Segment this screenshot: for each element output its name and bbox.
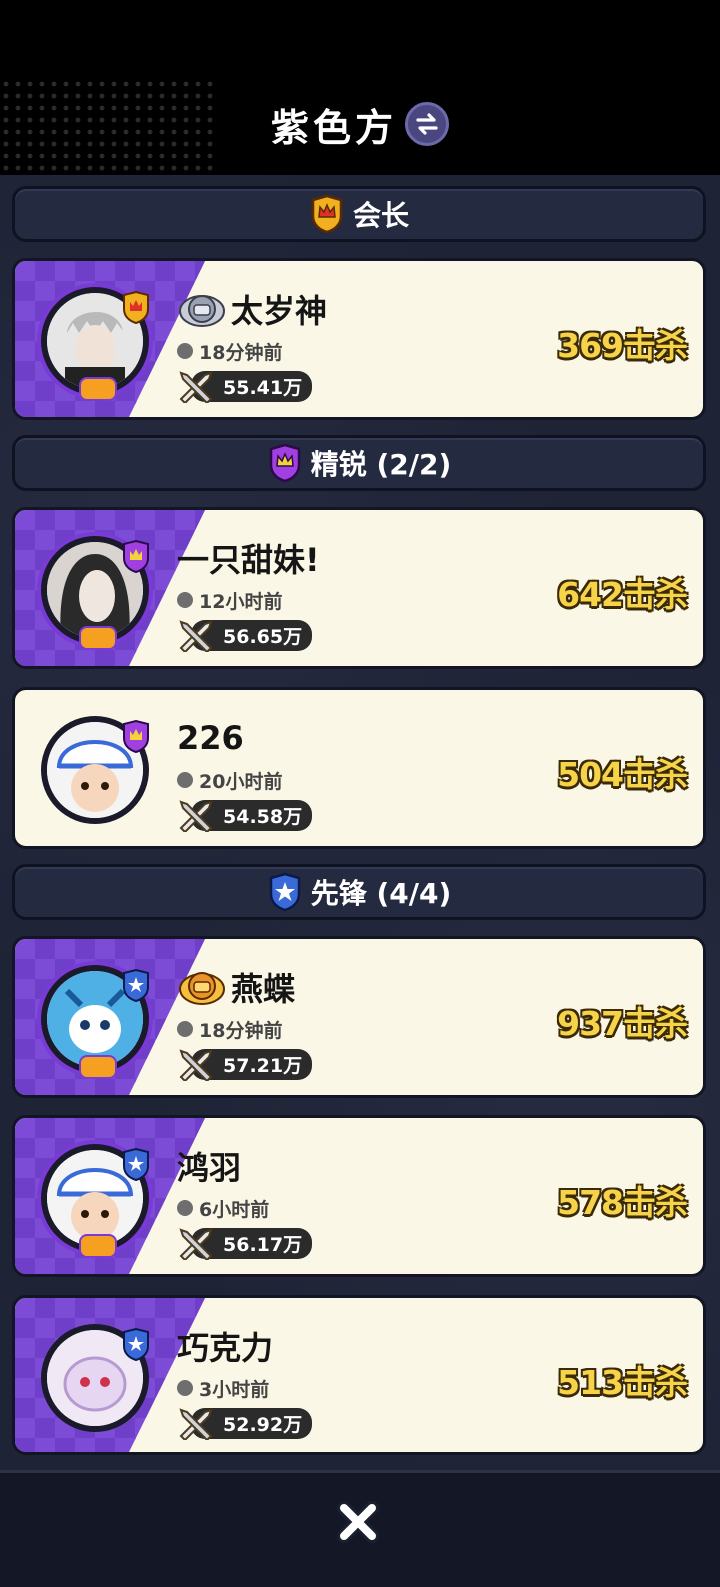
status-dot (177, 1200, 193, 1216)
vanguard-rank-icon (123, 1328, 149, 1362)
swords-icon (179, 620, 213, 652)
member-card[interactable]: 燕蝶 18分钟前 57.21万 937击杀 (12, 936, 706, 1098)
member-card[interactable]: 太岁神 18分钟前 55.41万 369击杀 (12, 258, 706, 420)
elite-rank-icon (123, 540, 149, 574)
status-dot (177, 772, 193, 788)
elite-rank-icon (123, 720, 149, 754)
page-title: 紫色方 (270, 105, 397, 150)
gold-helmet-badge-icon (179, 972, 225, 1005)
kill-count: 369击杀 (557, 326, 688, 365)
swords-icon (179, 1228, 213, 1260)
crown-badge-icon (311, 194, 343, 234)
swap-icon (416, 113, 438, 135)
member-card[interactable]: 鸿羽 6小时前 56.17万 578击杀 (12, 1115, 706, 1277)
avatar-frame[interactable] (41, 716, 149, 824)
last-online: 18分钟前 (199, 1019, 283, 1042)
avatar-frame[interactable] (37, 283, 153, 401)
helmet-badge-icon (179, 295, 225, 327)
status-dot (177, 343, 193, 359)
member-card[interactable]: 一只甜妹! 12小时前 56.65万 642击杀 (12, 507, 706, 669)
avatar-emblem (79, 626, 117, 650)
section-header-elite: 精锐 (2/2) (12, 435, 706, 491)
last-online: 20小时前 (199, 770, 283, 793)
avatar-emblem (79, 1234, 117, 1258)
member-card[interactable]: 巧克力 3小时前 52.92万 513击杀 (12, 1295, 706, 1455)
last-online: 18分钟前 (199, 341, 283, 364)
kill-count: 504击杀 (557, 755, 688, 794)
last-online: 6小时前 (199, 1198, 270, 1221)
last-online: 3小时前 (199, 1378, 270, 1401)
kill-count: 513击杀 (557, 1363, 688, 1402)
crown-badge-icon (269, 443, 300, 483)
member-name: 巧克力 (177, 1329, 274, 1367)
vanguard-rank-icon (123, 1148, 149, 1182)
close-button[interactable] (332, 1496, 384, 1548)
section-label: 会长 (352, 199, 409, 232)
last-online: 12小时前 (199, 590, 283, 613)
star-badge-icon (269, 872, 300, 912)
kill-count: 937击杀 (557, 1004, 688, 1043)
avatar-emblem (79, 1055, 117, 1079)
swap-team-button[interactable] (405, 102, 449, 146)
kill-count: 578击杀 (557, 1183, 688, 1222)
section-header-vanguard: 先锋 (4/4) (12, 864, 706, 920)
member-card[interactable]: 226 20小时前 54.58万 504击杀 (12, 687, 706, 849)
member-name: 燕蝶 (231, 970, 296, 1008)
vanguard-rank-icon (123, 969, 149, 1003)
status-dot (177, 1380, 193, 1396)
section-label: 精锐 (2/2) (310, 448, 452, 481)
leader-rank-icon (123, 291, 149, 325)
swords-icon (179, 1408, 213, 1440)
avatar-emblem (79, 377, 117, 401)
status-dot (177, 592, 193, 608)
member-name: 226 (177, 719, 244, 757)
section-label: 先锋 (4/4) (310, 877, 452, 910)
swords-icon (179, 800, 213, 832)
avatar-frame[interactable] (37, 961, 153, 1079)
member-name: 鸿羽 (177, 1149, 242, 1187)
avatar-frame[interactable] (37, 532, 153, 650)
swords-icon (179, 1049, 213, 1081)
close-icon (337, 1501, 379, 1543)
kill-count: 642击杀 (557, 575, 688, 614)
swords-icon (179, 371, 213, 403)
status-dot (177, 1021, 193, 1037)
member-name: 一只甜妹! (177, 541, 320, 579)
avatar-frame[interactable] (41, 1324, 149, 1432)
section-header-leader: 会长 (12, 186, 706, 242)
team-title: 紫色方 (0, 96, 720, 152)
avatar-frame[interactable] (37, 1140, 153, 1258)
member-name: 太岁神 (231, 292, 328, 330)
